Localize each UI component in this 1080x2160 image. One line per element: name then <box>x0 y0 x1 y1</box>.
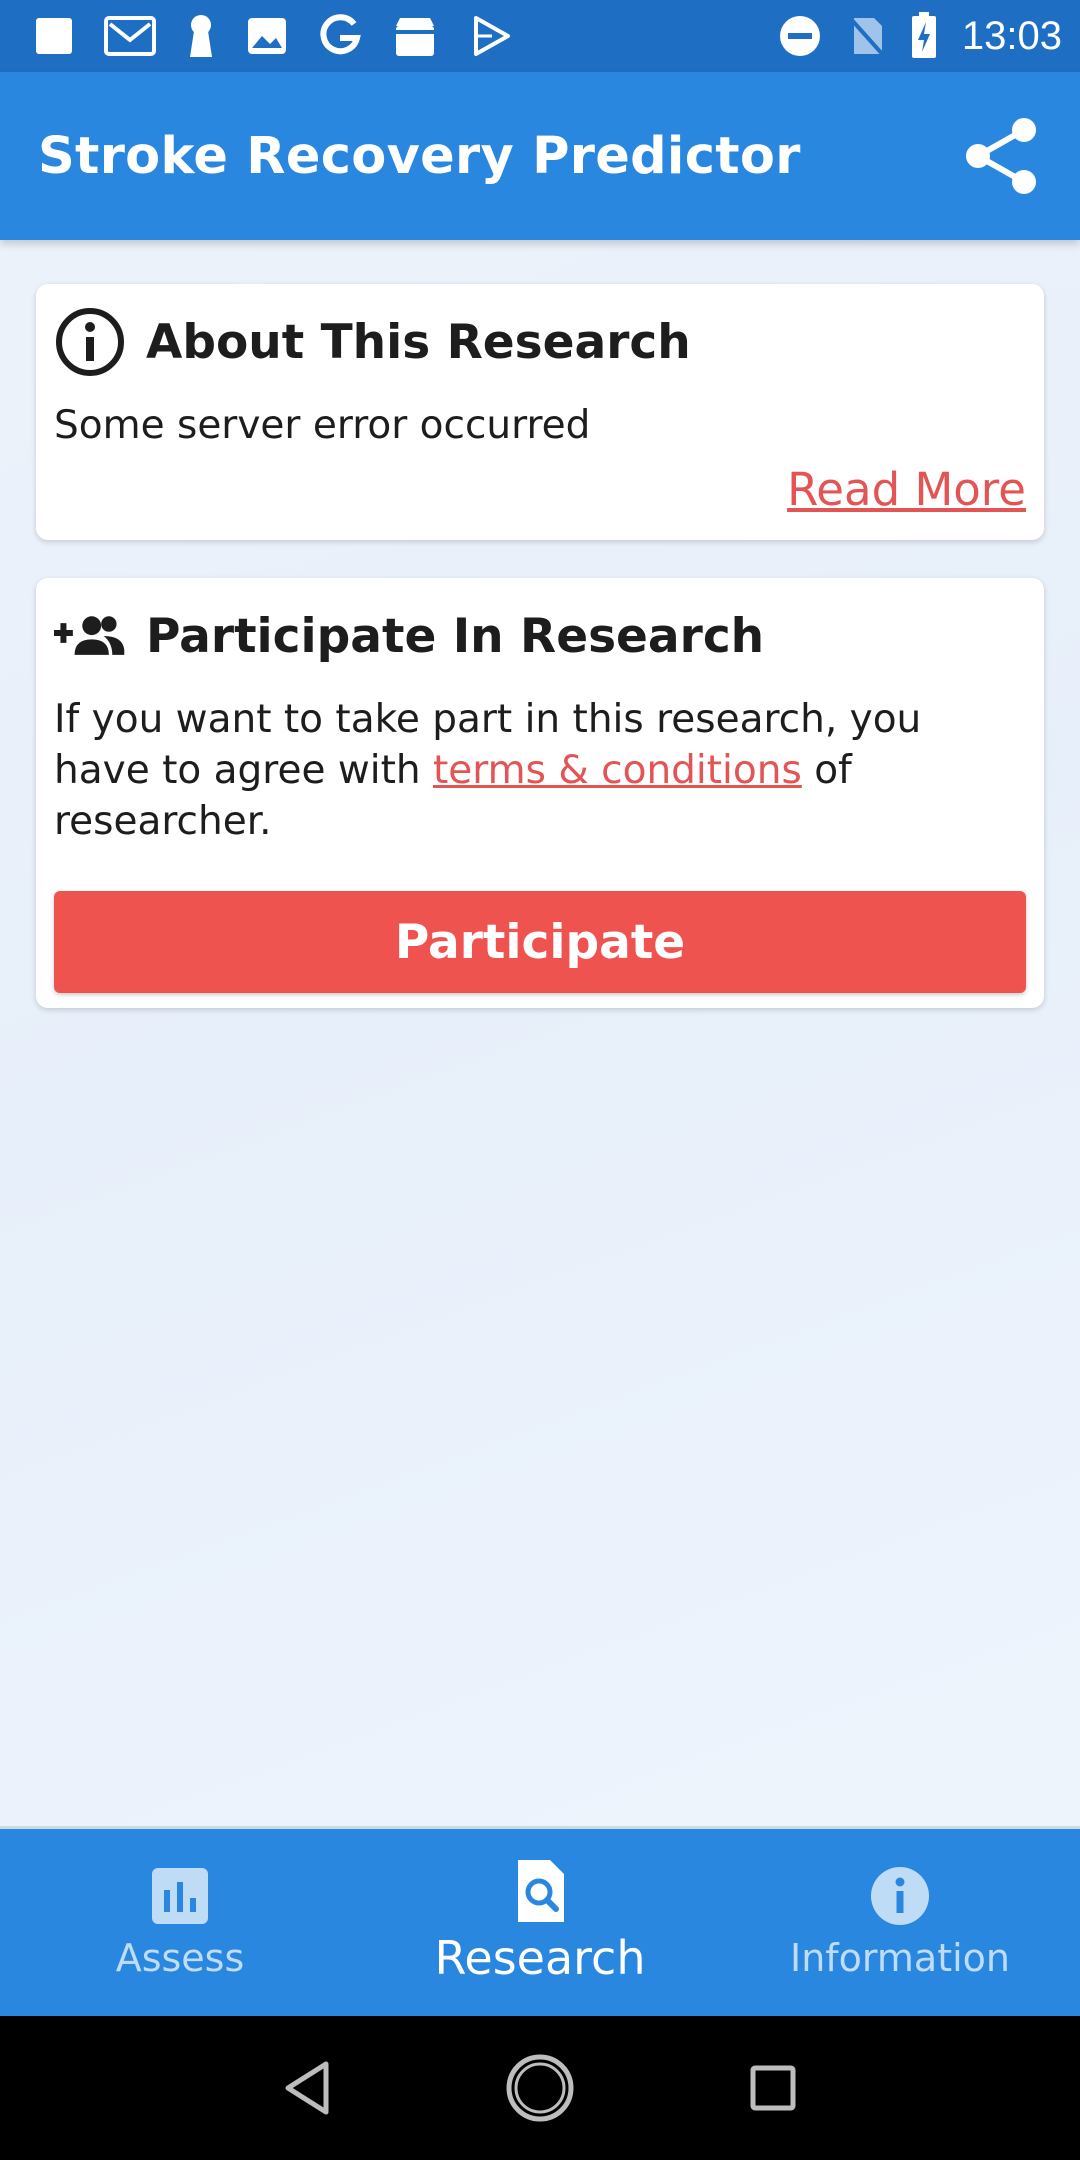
participate-card-header: Participate In Research <box>54 578 1026 694</box>
recents-icon <box>750 2065 796 2111</box>
participate-card-body: If you want to take part in this researc… <box>54 694 1026 847</box>
do-not-disturb-icon <box>778 14 822 58</box>
notification-icons <box>34 13 542 59</box>
nav-item-information[interactable]: Information <box>720 1829 1080 2016</box>
participate-research-card: Participate In Research If you want to t… <box>36 578 1044 1008</box>
nav-label-information: Information <box>790 1935 1010 1980</box>
back-icon <box>285 2061 329 2115</box>
bottom-navigation: Assess Research Information <box>0 1826 1080 2016</box>
system-status-icons: 13:03 <box>754 12 1062 60</box>
app-title: Stroke Recovery Predictor <box>38 126 801 186</box>
mail-icon <box>104 14 156 58</box>
participate-card-title: Participate In Research <box>146 608 765 664</box>
document-search-icon <box>510 1859 570 1922</box>
bar-chart-icon <box>150 1866 210 1926</box>
recents-button[interactable] <box>733 2048 813 2128</box>
keyhole-icon <box>186 13 216 59</box>
home-button[interactable] <box>500 2048 580 2128</box>
play-icon <box>468 14 512 58</box>
back-button[interactable] <box>267 2048 347 2128</box>
nav-item-assess[interactable]: Assess <box>0 1829 360 2016</box>
participate-button[interactable]: Participate <box>54 891 1026 993</box>
no-sim-icon <box>846 14 886 58</box>
read-more-link[interactable]: Read More <box>787 463 1026 516</box>
share-icon <box>966 118 1036 194</box>
square-icon <box>34 16 74 56</box>
about-card-title: About This Research <box>146 314 691 370</box>
status-bar: 13:03 <box>0 0 1080 72</box>
nav-label-assess: Assess <box>115 1935 245 1980</box>
home-icon <box>506 2054 574 2122</box>
about-card-header: About This Research <box>54 284 1026 400</box>
info-circle-icon <box>870 1866 930 1926</box>
clock: 13:03 <box>961 13 1062 58</box>
share-button[interactable] <box>962 116 1042 196</box>
add-group-icon <box>54 600 126 672</box>
nav-label-research: Research <box>434 1930 646 1985</box>
image-icon <box>246 16 288 56</box>
about-research-card: About This Research Some server error oc… <box>36 284 1044 540</box>
google-icon <box>318 14 362 58</box>
info-icon <box>54 306 126 378</box>
battery-charging-icon <box>910 12 938 60</box>
app-bar: Stroke Recovery Predictor <box>0 72 1080 240</box>
system-navigation-bar <box>0 2016 1080 2160</box>
about-card-body: Some server error occurred <box>54 403 591 448</box>
terms-conditions-link[interactable]: terms & conditions <box>433 748 802 793</box>
store-icon <box>392 14 438 58</box>
nav-item-research[interactable]: Research <box>360 1829 720 2016</box>
